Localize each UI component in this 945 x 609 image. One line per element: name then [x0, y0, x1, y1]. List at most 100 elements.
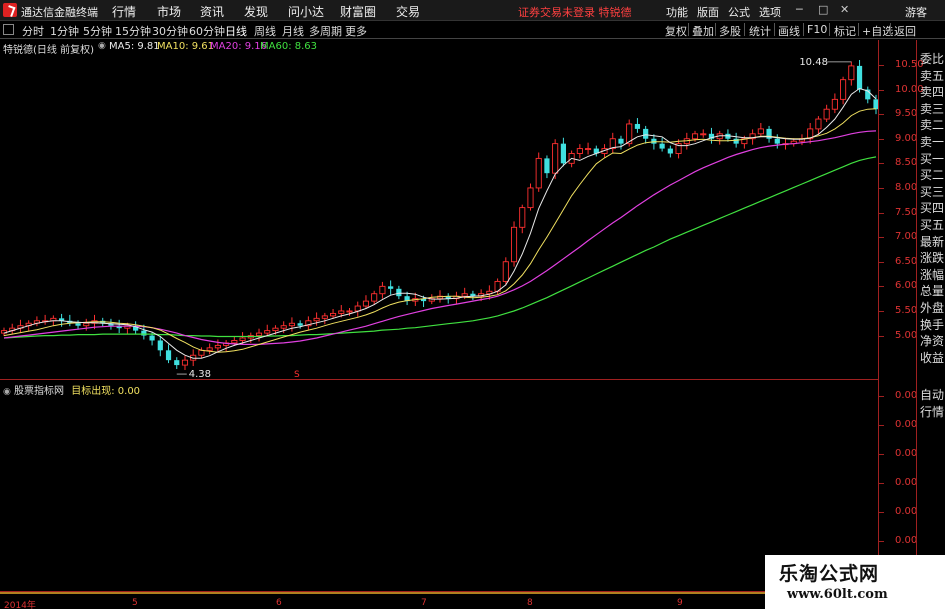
candle-body[interactable]	[174, 360, 180, 366]
candlestick-chart[interactable]: 10.48 4.38 S	[0, 40, 878, 380]
menu-gongneng[interactable]: 功能	[666, 4, 688, 20]
btn-fuquan[interactable]: 复权	[665, 23, 687, 39]
side-tab-item[interactable]: 收益	[920, 349, 945, 366]
candle-body[interactable]	[519, 207, 526, 228]
menu-jiaoyi[interactable]: 交易	[396, 3, 420, 20]
candle-body[interactable]	[321, 315, 328, 319]
candle-body[interactable]	[848, 65, 855, 81]
side-auto-quote-item[interactable]: 行情	[920, 403, 945, 420]
period-fenshi[interactable]: 分时	[22, 23, 44, 39]
period-weekly[interactable]: 周线	[254, 23, 276, 39]
btn-fanhui[interactable]: 返回	[894, 23, 916, 39]
menu-xuanxiang[interactable]: 选项	[759, 4, 781, 20]
side-tab-item[interactable]: 买二	[920, 166, 945, 183]
side-tab-item[interactable]: 买四	[920, 199, 945, 216]
candle-body[interactable]	[149, 335, 155, 341]
period-monthly[interactable]: 月线	[282, 23, 304, 39]
indicator-chart[interactable]	[0, 380, 878, 592]
side-tab-item[interactable]: 总量	[920, 282, 945, 299]
side-tab-item[interactable]: 换手	[920, 316, 945, 333]
menu-caifuquan[interactable]: 财富圈	[340, 3, 376, 20]
btn-diejia[interactable]: 叠加	[692, 23, 714, 39]
candle-body[interactable]	[576, 148, 583, 154]
candle-body[interactable]	[659, 143, 665, 149]
side-tab-item[interactable]: 卖三	[920, 100, 945, 117]
candle-body[interactable]	[510, 226, 518, 263]
side-tab-item[interactable]: 买一	[920, 150, 945, 167]
btn-huaxian[interactable]: 画线	[778, 23, 800, 39]
candle-body[interactable]	[831, 98, 838, 110]
candle-body[interactable]	[165, 350, 172, 361]
candle-body[interactable]	[667, 148, 673, 154]
period-30min[interactable]: 30分钟	[152, 23, 188, 39]
candle-body[interactable]	[354, 305, 361, 312]
candle-body[interactable]	[181, 359, 189, 366]
menu-zixun[interactable]: 资讯	[200, 3, 224, 20]
btn-biaoji[interactable]: 标记	[834, 23, 856, 39]
side-tab-item[interactable]: 委比	[920, 50, 945, 67]
candle-body[interactable]	[634, 123, 641, 129]
btn-duogu[interactable]: 多股	[719, 23, 741, 39]
candle-body[interactable]	[214, 344, 221, 349]
candle-body[interactable]	[346, 310, 353, 313]
side-tab-item[interactable]: 涨幅	[920, 266, 945, 283]
side-tab-item[interactable]: 卖二	[920, 116, 945, 133]
candle-body[interactable]	[206, 347, 213, 351]
candle-body[interactable]	[83, 322, 90, 327]
candle-body[interactable]	[239, 337, 246, 341]
candle-body[interactable]	[231, 340, 238, 344]
side-tab-item[interactable]: 涨跌	[920, 249, 945, 266]
indicator-collapse-icon[interactable]: ◉	[3, 387, 11, 397]
candle-body[interactable]	[371, 293, 378, 302]
side-tab-item[interactable]: 买三	[920, 183, 945, 200]
candle-body[interactable]	[502, 261, 509, 282]
btn-tongji[interactable]: 统计	[749, 23, 771, 39]
close-icon[interactable]: ✕	[840, 3, 849, 16]
period-daily[interactable]: 日线	[225, 23, 247, 39]
side-tab-item[interactable]: 最新	[920, 233, 945, 250]
candle-body[interactable]	[643, 128, 649, 139]
candle-body[interactable]	[272, 327, 279, 332]
candle-body[interactable]	[815, 118, 822, 130]
candle-body[interactable]	[338, 310, 345, 314]
candle-body[interactable]	[585, 148, 592, 151]
candle-body[interactable]	[856, 65, 863, 90]
candle-body[interactable]	[264, 330, 271, 334]
menu-shichang[interactable]: 市场	[157, 3, 181, 20]
candle-body[interactable]	[330, 312, 337, 317]
candle-body[interactable]	[157, 340, 163, 351]
candle-body[interactable]	[774, 138, 780, 144]
period-15min[interactable]: 15分钟	[115, 23, 151, 39]
period-60min[interactable]: 60分钟	[189, 23, 225, 39]
candle-body[interactable]	[618, 138, 624, 144]
candle-body[interactable]	[733, 138, 739, 144]
candle-body[interactable]	[651, 138, 657, 144]
side-tab-item[interactable]: 卖一	[920, 133, 945, 150]
side-auto-quote-item[interactable]: 自动	[920, 386, 945, 403]
btn-f10[interactable]: F10	[807, 23, 827, 36]
candle-body[interactable]	[396, 288, 402, 297]
candle-body[interactable]	[141, 330, 147, 336]
candle-body[interactable]	[461, 293, 468, 297]
side-tab-item[interactable]: 净资	[920, 332, 945, 349]
candle-body[interactable]	[313, 317, 320, 322]
candle-body[interactable]	[280, 325, 287, 329]
menu-wenxiaoda[interactable]: 问小达	[288, 3, 324, 20]
side-tab-item[interactable]: 卖五	[920, 67, 945, 84]
candle-body[interactable]	[535, 157, 542, 189]
period-multi[interactable]: 多周期	[309, 23, 342, 39]
candle-body[interactable]	[297, 323, 303, 326]
candle-body[interactable]	[288, 322, 295, 327]
minimize-icon[interactable]: ─	[796, 3, 803, 16]
collapse-icon[interactable]: ◉	[98, 41, 106, 51]
btn-zixuan[interactable]: +自选	[862, 23, 893, 39]
candle-body[interactable]	[700, 133, 707, 136]
candle-body[interactable]	[552, 143, 559, 174]
candle-body[interactable]	[544, 158, 550, 174]
candle-body[interactable]	[75, 323, 81, 326]
candle-body[interactable]	[823, 108, 830, 120]
side-tab-item[interactable]: 外盘	[920, 299, 945, 316]
candle-body[interactable]	[560, 143, 566, 164]
menu-hangqing[interactable]: 行情	[112, 3, 136, 20]
candle-body[interactable]	[198, 349, 205, 356]
